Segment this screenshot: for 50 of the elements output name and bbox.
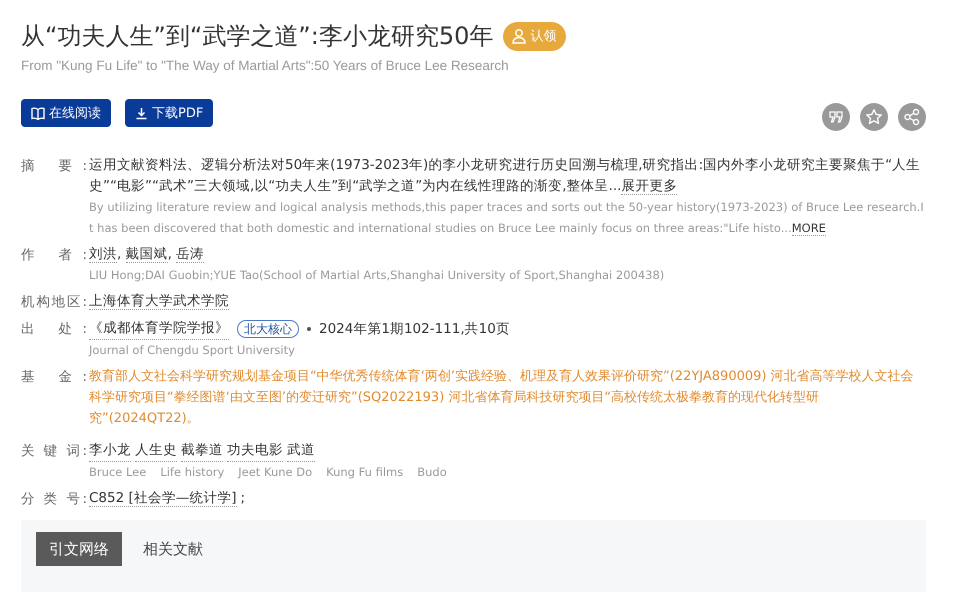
share-button[interactable] — [898, 103, 926, 131]
journal-english: Journal of Chengdu Sport University — [89, 342, 296, 359]
download-icon — [135, 106, 148, 120]
english-keyword: Kung Fu films — [326, 464, 404, 481]
english-keyword: Bruce Lee — [89, 464, 146, 481]
keyword-link[interactable]: 李小龙 — [89, 440, 131, 462]
keyword-link[interactable]: 人生史 — [135, 440, 177, 462]
field-label: 摘 要: — [21, 157, 87, 176]
tab[interactable]: 引文网络 — [36, 532, 122, 566]
issue-info: 2024年第1期102-111,共10页 — [319, 320, 510, 338]
english-title: From "Kung Fu Life" to "The Way of Martial Arts":50 Years of Bruce Lee Research — [21, 58, 510, 73]
journal-link[interactable]: 《成都体育学院学报》 — [89, 318, 229, 340]
more-link[interactable]: MORE — [792, 221, 826, 236]
field-link[interactable]: 上海体育大学武术学院 — [89, 293, 229, 310]
tab[interactable]: 相关文献 — [130, 532, 216, 566]
field-link[interactable]: C852 [社会学—统计学] — [89, 490, 237, 507]
separator: , — [168, 246, 173, 262]
read-online-button[interactable]: 在线阅读 — [21, 99, 111, 127]
separator: , — [117, 246, 122, 262]
field-link[interactable]: 岳涛 — [176, 246, 204, 263]
field-link[interactable]: 戴国斌 — [126, 246, 168, 263]
field-label: 分 类 号: — [21, 490, 87, 509]
field-label: 作 者: — [21, 246, 87, 265]
fund-text: 教育部人文社会科学研究规划基金项目“中华优秀传统体育‘两创’实践经验、机理及育人效果评价研究”(22YJA890009) 河北省高等学校人文社会科学研究项目“拳经图谱‘由文至图’的变迁研究”(SQ2022193) 河北省体育局科技研究项目“高校传统太极拳教育的现代化转型研究”(2024QT22)。 — [89, 368, 915, 428]
field-label: 关 键 词: — [21, 442, 87, 461]
abstract-text: 运用文献资料法、逻辑分析法对50年来(1973-2023年)的李小龙研究进行历史回溯与梳理,研究指出:国内外李小龙研究主要聚焦于“人生史”“电影”“武术”三大领域,以“功夫人生”到“武学之道”为内在线性理路的渐变,整体呈...展开更多 — [89, 156, 922, 197]
english-keyword: Budo — [417, 464, 447, 481]
english-abstract: By utilizing literature review and logical analysis methods,this paper traces and sorts out the 50-year history(1973-2023) of Bruce Lee research.It has been discovered that both domestic and international studies on Bruce Lee mainly focus on three areas:"Life histo...MORE — [89, 199, 925, 238]
person-icon — [511, 28, 528, 44]
field-label: 机构地区: — [21, 293, 87, 312]
english-keyword: Life history — [160, 464, 224, 481]
favorite-button[interactable] — [860, 103, 888, 131]
download-pdf-button[interactable]: 下载PDF — [125, 99, 214, 127]
share-icon — [903, 108, 921, 126]
keyword-link[interactable]: 武道 — [287, 440, 315, 462]
quote-icon — [828, 109, 844, 125]
book-icon — [31, 106, 45, 120]
star-icon — [865, 108, 883, 126]
expand-link[interactable]: 展开更多 — [621, 178, 678, 195]
separator: ; — [240, 490, 246, 506]
cite-button[interactable] — [822, 103, 850, 131]
english-keyword: Jeet Kune Do — [238, 464, 312, 481]
field-label: 出 处: — [21, 320, 87, 339]
field-label: 基 金: — [21, 368, 87, 387]
article-title: 从“功夫人生”到“武学之道”:李小龙研究50年 — [21, 21, 494, 52]
core-tag: 北大核心 — [237, 320, 299, 338]
affiliation-text: LIU Hong;DAI Guobin;YUE Tao(School of Martial Arts,Shanghai University of Sport,Shanghai 200438) — [89, 267, 666, 284]
keyword-link[interactable]: 截拳道 — [181, 440, 223, 462]
keyword-link[interactable]: 功夫电影 — [227, 440, 283, 462]
field-link[interactable]: 刘洪 — [89, 246, 117, 263]
